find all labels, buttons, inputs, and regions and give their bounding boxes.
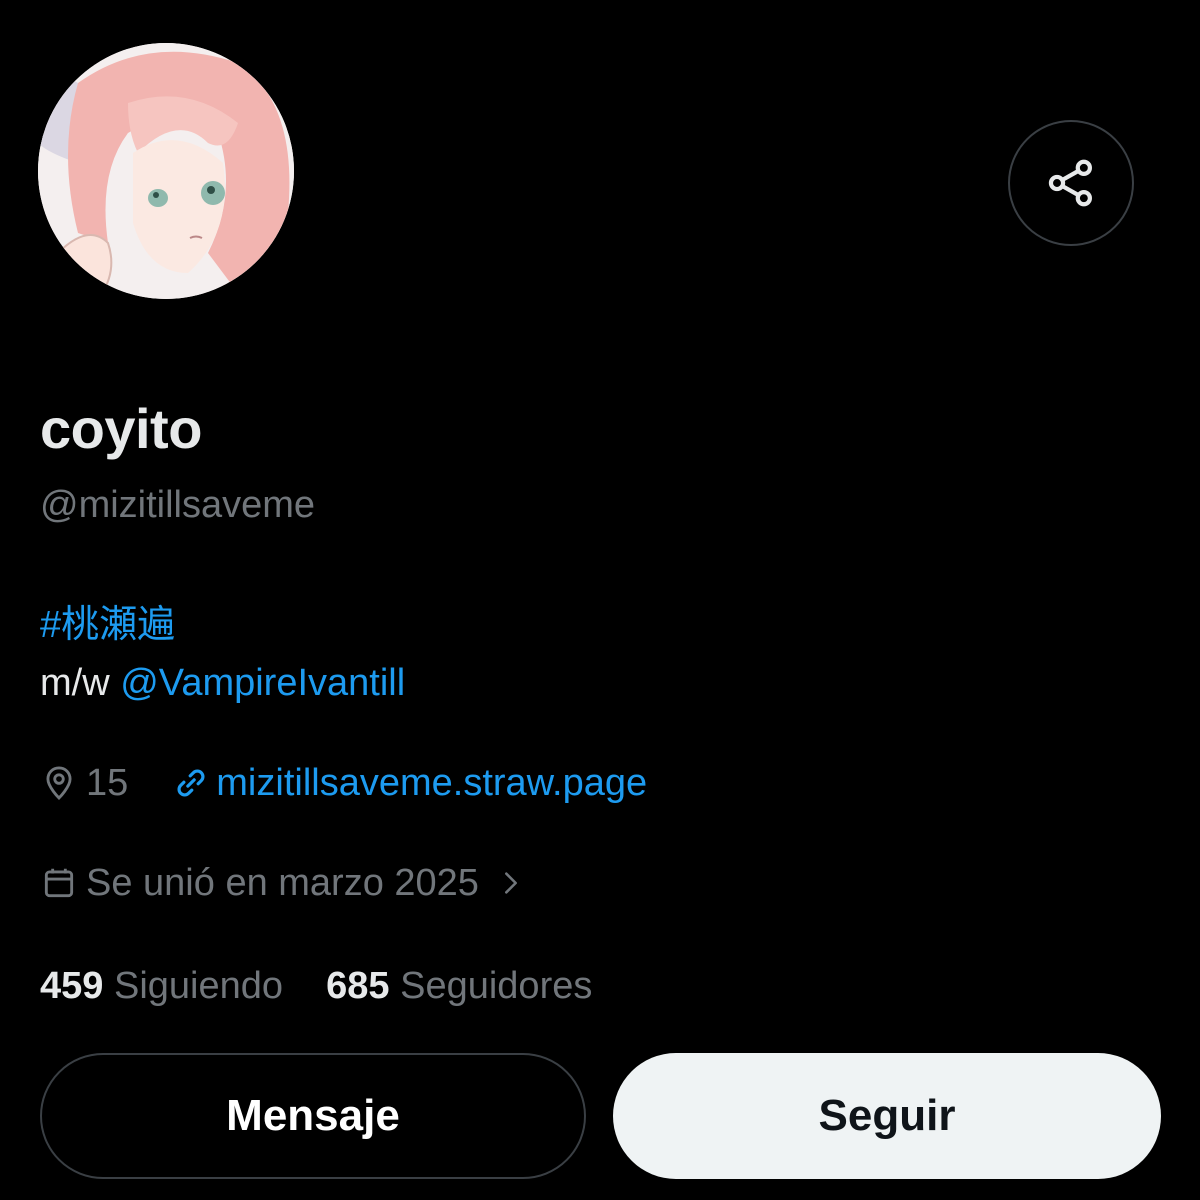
bio-line-mention: m/w @VampireIvantill bbox=[40, 660, 405, 706]
followers-label: Seguidores bbox=[400, 965, 593, 1007]
avatar-illustration bbox=[38, 43, 294, 299]
link-icon bbox=[172, 764, 210, 802]
share-icon bbox=[1048, 159, 1092, 207]
chevron-right-icon bbox=[497, 869, 525, 897]
calendar-icon bbox=[40, 864, 78, 902]
profile-avatar[interactable] bbox=[38, 43, 294, 299]
website-link[interactable]: mizitillsaveme.straw.page bbox=[216, 760, 647, 806]
user-handle: @mizitillsaveme bbox=[40, 484, 316, 526]
joined-date-row[interactable]: Se unió en marzo 2025 bbox=[40, 860, 525, 906]
bio-hashtag-link[interactable]: #桃瀬遍 bbox=[40, 604, 175, 646]
message-button[interactable]: Mensaje bbox=[40, 1053, 586, 1179]
followers-count: 685 bbox=[326, 965, 390, 1007]
bio-mention-link[interactable]: @VampireIvantill bbox=[120, 662, 405, 704]
bio-prefix: m/w bbox=[40, 662, 110, 704]
following-stat[interactable]: 459 Siguiendo bbox=[40, 965, 294, 1007]
location-text: 15 bbox=[86, 762, 129, 804]
followers-stat[interactable]: 685 Seguidores bbox=[326, 965, 592, 1007]
display-name: coyito bbox=[40, 397, 202, 460]
location-pin-icon bbox=[40, 764, 78, 802]
joined-date-text: Se unió en marzo 2025 bbox=[86, 862, 479, 904]
following-label: Siguiendo bbox=[113, 965, 284, 1007]
following-count: 459 bbox=[40, 965, 104, 1007]
bio-line-hashtag: #桃瀬遍 bbox=[40, 602, 175, 648]
follow-stats: 459 Siguiendo 685 Seguidores bbox=[40, 963, 592, 1009]
share-button[interactable] bbox=[1008, 120, 1134, 246]
follow-button[interactable]: Seguir bbox=[613, 1053, 1161, 1179]
profile-meta-row: 15 mizitillsaveme.straw.page bbox=[40, 760, 647, 806]
